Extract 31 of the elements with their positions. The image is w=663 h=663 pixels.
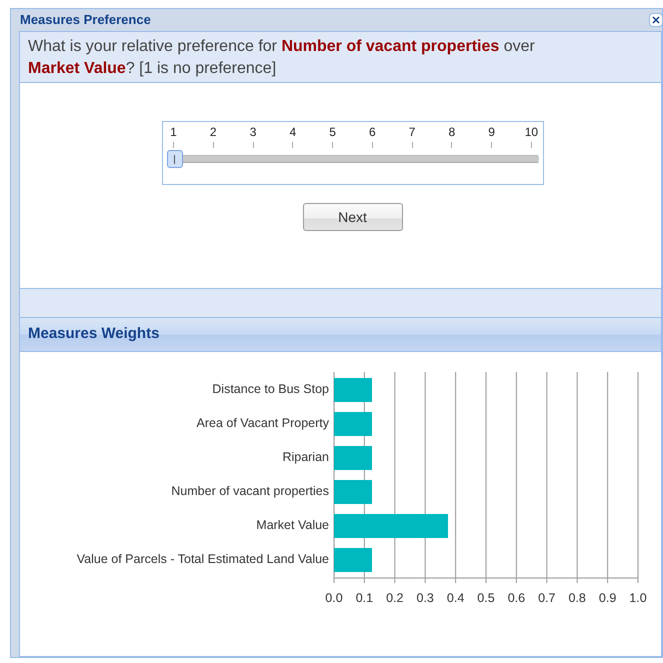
next-button[interactable]: Next [302,203,402,231]
window-title: Measures Preference [20,11,151,30]
category-label: Distance to Bus Stop [212,382,329,396]
tick-label: 4 [289,125,296,139]
tick-label: 9 [488,125,495,139]
axis-tick-label: 0.4 [446,591,464,605]
category-label: Market Value [256,518,329,532]
tick-label: 7 [408,125,416,139]
tick-label: 6 [368,125,376,139]
tick-label: 1 [170,125,177,139]
tick-label: 10 [524,125,538,139]
axis-tick-label: 0.5 [477,591,495,605]
category-label: Area of Vacant Property [196,416,329,430]
tick-label: 2 [210,125,217,139]
tick-label: 8 [448,125,456,139]
category-label: Riparian [282,450,329,464]
axis-tick-label: 0.6 [508,591,526,605]
axis-tick-label: 0.8 [568,591,586,605]
panel-title: Measures Weights [28,324,160,344]
axis-tick-label: 1.0 [629,591,647,605]
category-label: Value of Parcels - Total Estimated Land Value [76,552,329,566]
axis-tick-label: 0.3 [416,591,434,605]
tick-label: 3 [250,125,256,139]
axis-tick-label: 0.9 [598,591,616,605]
axis-tick-label: 0.1 [356,591,374,605]
axis-tick-label: 0.2 [386,591,404,605]
question-text: What is your relative preference for Number of vacant properties over Market Value? [1 is no preference] [27,37,536,79]
category-label: Number of vacant properties [171,484,329,498]
axis-tick-label: 0.7 [538,591,556,605]
axis-tick-label: 0.0 [325,591,343,605]
tick-label: 5 [329,125,336,139]
